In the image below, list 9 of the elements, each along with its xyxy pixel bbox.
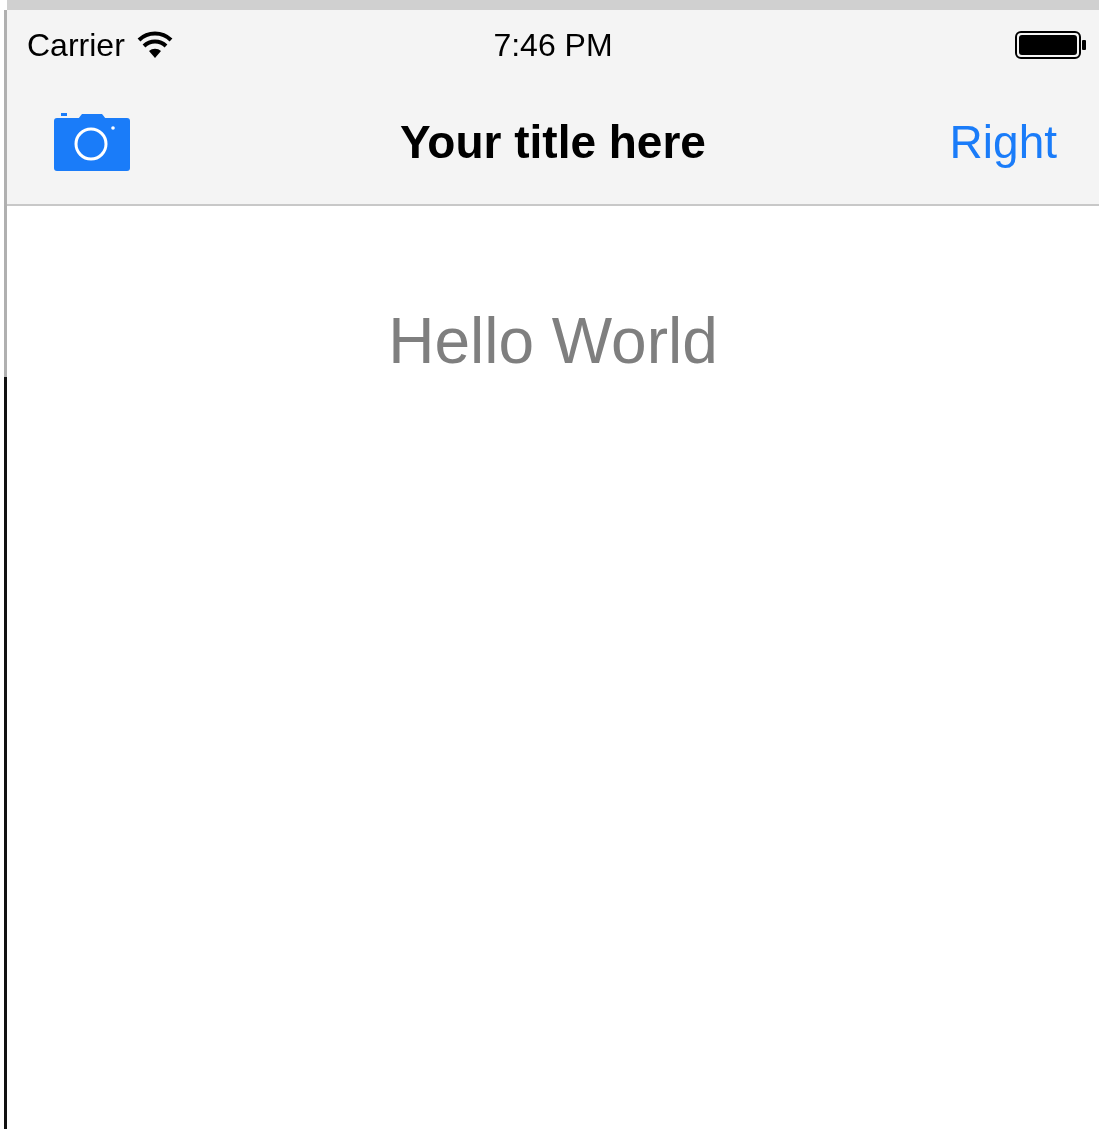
nav-title: Your title here: [400, 115, 706, 169]
hello-label: Hello World: [388, 304, 718, 378]
carrier-label: Carrier: [27, 26, 125, 64]
wifi-icon: [136, 31, 173, 59]
battery-icon: [1015, 31, 1087, 59]
camera-button[interactable]: [54, 113, 130, 171]
right-button[interactable]: Right: [949, 115, 1057, 169]
camera-icon: [54, 113, 130, 171]
status-time: 7:46 PM: [493, 26, 613, 64]
